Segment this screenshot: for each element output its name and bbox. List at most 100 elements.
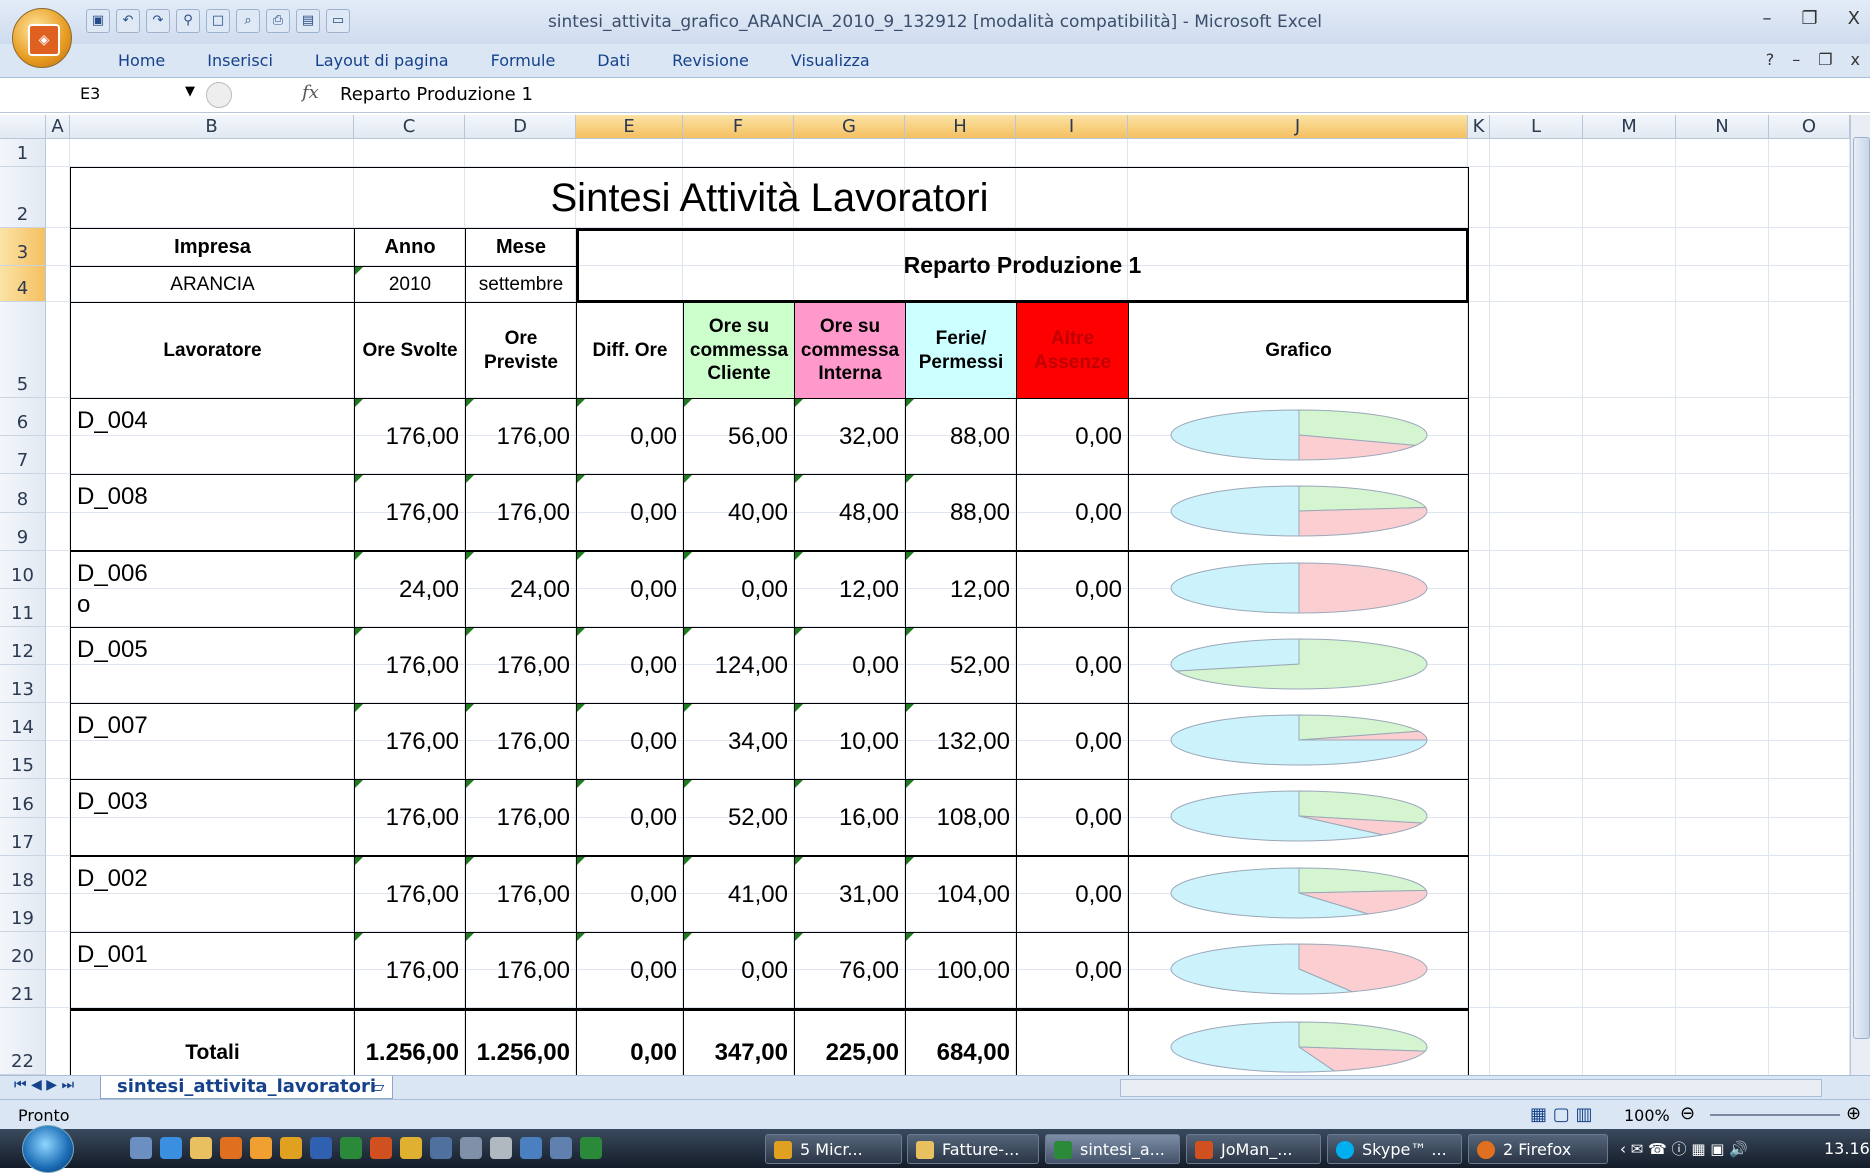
cell-cliente[interactable]: 124,00 [683,627,795,704]
view-buttons[interactable]: ▦ ▢ ▥ [1530,1104,1592,1125]
row-header-11[interactable]: 11 [0,589,46,627]
taskbar-item-outlook[interactable]: 5 Micr... [765,1134,902,1164]
cell-ore-previste[interactable]: 176,00 [465,932,577,1009]
cell-ferie[interactable]: 12,00 [905,551,1017,628]
tray-icons[interactable]: ‹ ✉ ☎ ⓘ ▦ ▣ 🔊 [1620,1138,1748,1159]
disk-icon[interactable] [550,1137,572,1159]
column-header-f[interactable]: F [683,115,794,139]
cell-ore-svolte[interactable]: 176,00 [354,856,466,933]
row-header-10[interactable]: 10 [0,551,46,589]
grafico-totals-cell[interactable] [1128,1008,1469,1075]
row-header-22[interactable]: 22 [0,1008,46,1075]
row-header-7[interactable]: 7 [0,436,46,474]
cell-ferie[interactable]: 100,00 [905,932,1017,1009]
row-header-6[interactable]: 6 [0,398,46,436]
worker-name[interactable]: D_005 [70,627,355,704]
grafico-cell[interactable] [1128,474,1469,551]
cell-ferie[interactable]: 108,00 [905,779,1017,856]
show-desktop-icon[interactable] [130,1137,152,1159]
doc-minimize-button[interactable]: – [1792,50,1800,69]
worker-name[interactable]: D_003 [70,779,355,856]
row-header-17[interactable]: 17 [0,818,46,856]
cell-ore-previste[interactable]: 176,00 [465,398,577,475]
worker-name[interactable]: D_007 [70,703,355,780]
row-header-12[interactable]: 12 [0,627,46,665]
cell-assenze[interactable]: 0,00 [1016,932,1129,1009]
cell-cliente[interactable]: 52,00 [683,779,795,856]
cell-cliente[interactable]: 40,00 [683,474,795,551]
column-header-k[interactable]: K [1468,115,1490,139]
row-header-5[interactable]: 5 [0,302,46,398]
worker-name[interactable]: D_004 [70,398,355,475]
worksheet-grid[interactable]: Sintesi Attività Lavoratori Impresa Anno Me… [46,139,1850,1075]
tab-revisione[interactable]: Revisione [651,51,770,70]
cell-ore-svolte[interactable]: 176,00 [354,779,466,856]
cell-cliente[interactable]: 41,00 [683,856,795,933]
cell-ferie[interactable]: 52,00 [905,627,1017,704]
column-header-l[interactable]: L [1490,115,1583,139]
cell-ore-previste[interactable]: 24,00 [465,551,577,628]
horizontal-scrollbar[interactable] [1120,1079,1822,1097]
tab-visualizza[interactable]: Visualizza [770,51,891,70]
tab-home[interactable]: Home [97,51,186,70]
name-box[interactable]: E3 [80,84,200,103]
restore-button[interactable]: ❐ [1802,8,1818,29]
tab-formule[interactable]: Formule [470,51,577,70]
column-header-c[interactable]: C [354,115,465,139]
cell-ore-previste[interactable]: 176,00 [465,856,577,933]
vertical-scrollbar[interactable] [1850,115,1870,1075]
cell-interna[interactable]: 0,00 [794,627,906,704]
taskbar-item-joman[interactable]: JoMan_... [1186,1134,1321,1164]
pie-chart[interactable] [1168,865,1430,921]
pie-chart[interactable] [1168,941,1430,997]
cell-diff[interactable]: 0,00 [576,932,684,1009]
function-icon[interactable]: fx [302,82,319,103]
cell-ore-svolte[interactable]: 176,00 [354,474,466,551]
total-assenze[interactable] [1016,1008,1129,1075]
cell-diff[interactable]: 0,00 [576,856,684,933]
zoom-slider[interactable] [1710,1114,1840,1116]
worker-name[interactable]: D_002 [70,856,355,933]
cell-assenze[interactable]: 0,00 [1016,474,1129,551]
header-ferie[interactable]: Ferie/ Permessi [905,302,1017,399]
cell-ore-svolte[interactable]: 176,00 [354,703,466,780]
total-ore-previste[interactable]: 1.256,00 [465,1008,577,1075]
cell-ore-svolte[interactable]: 24,00 [354,551,466,628]
sheet-nav-icon[interactable]: ⏮ ◀ ▶ ⏭ [14,1077,74,1093]
column-header-a[interactable]: A [46,115,70,139]
select-all-corner[interactable] [0,115,46,139]
grafico-cell[interactable] [1128,779,1469,856]
cell-diff[interactable]: 0,00 [576,627,684,704]
anno-label[interactable]: Anno [354,228,466,267]
zoom-out-icon[interactable]: ⊖ [1680,1103,1695,1124]
taskbar-item-firefox[interactable]: 2 Firefox [1468,1134,1608,1164]
formula-input[interactable]: Reparto Produzione 1 [340,84,533,105]
excel-icon[interactable] [340,1137,362,1159]
grafico-cell[interactable] [1128,932,1469,1009]
cell-cliente[interactable]: 0,00 [683,932,795,1009]
cell-ore-previste[interactable]: 176,00 [465,627,577,704]
screen-icon[interactable] [520,1137,542,1159]
cell-ore-previste[interactable]: 176,00 [465,703,577,780]
column-header-d[interactable]: D [465,115,576,139]
cell-cliente[interactable]: 56,00 [683,398,795,475]
totals-label[interactable]: Totali [70,1008,355,1075]
total-ferie[interactable]: 684,00 [905,1008,1017,1075]
total-diff[interactable]: 0,00 [576,1008,684,1075]
cell-cliente[interactable]: 0,00 [683,551,795,628]
cell-interna[interactable]: 31,00 [794,856,906,933]
cell-diff[interactable]: 0,00 [576,703,684,780]
cell-ferie[interactable]: 88,00 [905,474,1017,551]
office-button[interactable]: ◈ [12,8,72,68]
row-header-15[interactable]: 15 [0,741,46,779]
row-header-14[interactable]: 14 [0,703,46,741]
cell-assenze[interactable]: 0,00 [1016,398,1129,475]
header-ore-interna[interactable]: Ore su commessa Interna [794,302,906,399]
column-header-e[interactable]: E [576,115,683,139]
row-header-20[interactable]: 20 [0,932,46,970]
column-header-b[interactable]: B [70,115,354,139]
column-header-h[interactable]: H [905,115,1016,139]
header-ore-previste[interactable]: Ore Previste [465,302,577,399]
row-header-21[interactable]: 21 [0,970,46,1008]
anno-value[interactable]: 2010 [354,266,466,303]
